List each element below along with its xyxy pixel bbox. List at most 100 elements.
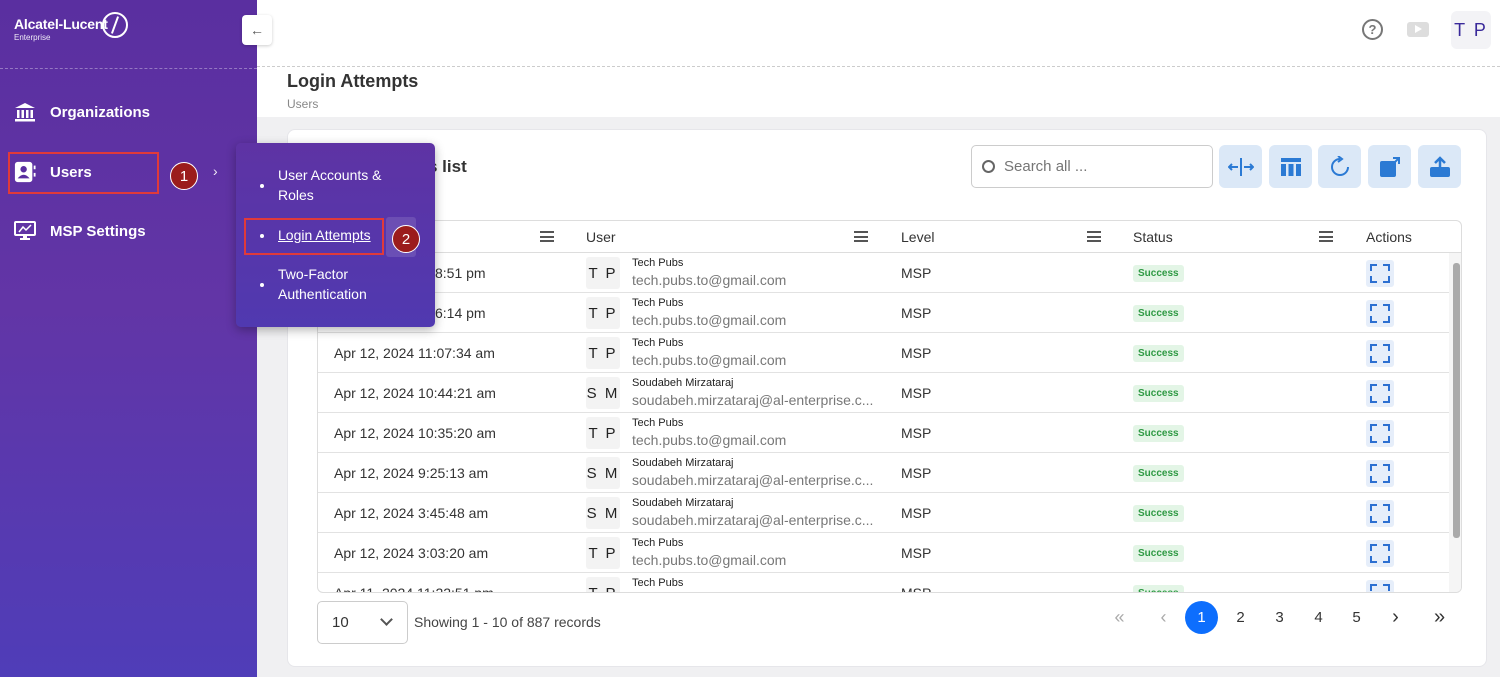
cell-user-name: Tech Pubs: [632, 417, 684, 429]
expand-icon[interactable]: [1366, 540, 1394, 567]
submenu-item-two-factor[interactable]: Two-Factor Authentication: [278, 264, 367, 304]
column-menu-icon[interactable]: [1087, 231, 1101, 242]
cell-date: 8:51 pm: [435, 265, 486, 281]
user-avatar: T P: [586, 577, 620, 592]
user-avatar[interactable]: T P: [1451, 11, 1491, 49]
user-avatar: S M: [586, 497, 620, 529]
scrollbar-thumb[interactable]: [1453, 263, 1460, 538]
cell-level: MSP: [901, 505, 932, 521]
refresh-icon[interactable]: [1318, 145, 1361, 188]
page-button-4[interactable]: 4: [1302, 601, 1335, 634]
status-badge: Success: [1133, 385, 1184, 402]
sidebar-item-label: MSP Settings: [50, 222, 146, 240]
upload-icon[interactable]: [1418, 145, 1461, 188]
page-button-3[interactable]: 3: [1263, 601, 1296, 634]
help-icon[interactable]: ?: [1362, 19, 1383, 40]
last-page-button[interactable]: »: [1423, 601, 1456, 634]
cell-user-name: Tech Pubs: [632, 337, 684, 349]
expand-icon[interactable]: [1366, 340, 1394, 367]
breadcrumb[interactable]: Users: [287, 97, 318, 111]
page-button-2[interactable]: 2: [1224, 601, 1257, 634]
cell-user-email: soudabeh.mirzataraj@al-enterprise.c...: [632, 392, 874, 408]
status-badge: Success: [1133, 585, 1184, 592]
callout-badge-1: 1: [170, 162, 198, 190]
brand-subtitle: Enterprise: [14, 33, 51, 42]
table-row[interactable]: Apr 12, 2024 10:35:20 am T P Tech Pubs t…: [318, 413, 1449, 453]
sidebar-item-label: Organizations: [50, 103, 151, 121]
expand-icon[interactable]: [1366, 460, 1394, 487]
alcatel-logo-icon: [102, 12, 128, 38]
cell-date: Apr 12, 2024 3:03:20 am: [334, 545, 489, 561]
search-box[interactable]: [971, 145, 1213, 188]
table-row[interactable]: Apr 11, 2024 11:22:51 pm T P Tech Pubs M…: [318, 573, 1449, 593]
column-header-status[interactable]: Status: [1133, 229, 1173, 245]
expand-icon[interactable]: [1366, 260, 1394, 287]
cell-user-name: Soudabeh Mirzataraj: [632, 497, 734, 509]
table-header: User Level Status Actions: [318, 221, 1461, 253]
cell-user-name: Tech Pubs: [632, 297, 684, 309]
video-play-icon[interactable]: [1407, 22, 1429, 37]
users-highlight-box: [8, 152, 159, 194]
cell-level: MSP: [901, 345, 932, 361]
cell-level: MSP: [901, 265, 932, 281]
cell-date: Apr 12, 2024 3:45:48 am: [334, 505, 489, 521]
page-size-select[interactable]: 10: [317, 601, 408, 644]
submenu-item-user-accounts[interactable]: User Accounts & Roles: [278, 165, 382, 205]
page-titlebar: Login Attempts Users: [257, 67, 1500, 117]
expand-icon[interactable]: [1366, 300, 1394, 327]
table-row[interactable]: Apr 12, 2024 3:45:48 am S M Soudabeh Mir…: [318, 493, 1449, 533]
chevron-down-icon: [380, 613, 393, 626]
table-row[interactable]: Apr 12, 2024 3:03:20 am T P Tech Pubs te…: [318, 533, 1449, 573]
open-external-icon[interactable]: [1368, 145, 1411, 188]
table-row[interactable]: Apr 12, 2024 10:44:21 am S M Soudabeh Mi…: [318, 373, 1449, 413]
expand-icon[interactable]: [1366, 380, 1394, 407]
table-row[interactable]: 6:14 pm T P Tech Pubs tech.pubs.to@gmail…: [318, 293, 1449, 333]
cell-level: MSP: [901, 385, 932, 401]
cell-user-email: soudabeh.mirzataraj@al-enterprise.c...: [632, 472, 874, 488]
bank-icon: [14, 101, 36, 123]
column-menu-icon[interactable]: [854, 231, 868, 242]
chevron-right-icon[interactable]: ›: [213, 163, 218, 179]
table-row[interactable]: Apr 12, 2024 9:25:13 am S M Soudabeh Mir…: [318, 453, 1449, 493]
status-badge: Success: [1133, 345, 1184, 362]
column-menu-icon[interactable]: [1319, 231, 1333, 242]
search-input[interactable]: [1004, 158, 1194, 175]
expand-icon[interactable]: [1366, 420, 1394, 447]
cell-level: MSP: [901, 465, 932, 481]
sidebar-item-msp-settings[interactable]: MSP Settings: [14, 213, 146, 249]
brand[interactable]: Alcatel-Lucent Enterprise: [14, 16, 108, 42]
column-header-actions: Actions: [1366, 229, 1412, 245]
status-badge: Success: [1133, 265, 1184, 282]
collapse-sidebar-button[interactable]: ←: [242, 15, 272, 45]
page-title: Login Attempts: [287, 71, 419, 91]
cell-date: Apr 11, 2024 11:22:51 pm: [334, 585, 494, 593]
page-button-1[interactable]: 1: [1185, 601, 1218, 634]
column-header-user[interactable]: User: [586, 229, 616, 245]
expand-icon[interactable]: [1366, 500, 1394, 527]
cell-user-name: Soudabeh Mirzataraj: [632, 457, 734, 469]
first-page-button[interactable]: «: [1103, 601, 1136, 634]
table-scrollbar[interactable]: [1449, 253, 1461, 592]
prev-page-button[interactable]: ‹: [1147, 601, 1180, 634]
user-avatar: T P: [586, 337, 620, 369]
status-badge: Success: [1133, 465, 1184, 482]
sidebar-item-organizations[interactable]: Organizations: [14, 94, 150, 130]
cell-date: 6:14 pm: [435, 305, 486, 321]
table-layout-icon[interactable]: [1269, 145, 1312, 188]
cell-level: MSP: [901, 305, 932, 321]
column-header-level[interactable]: Level: [901, 229, 934, 245]
table-row[interactable]: 8:51 pm T P Tech Pubs tech.pubs.to@gmail…: [318, 253, 1449, 293]
cell-level: MSP: [901, 545, 932, 561]
submenu-label: User Accounts &: [278, 167, 382, 183]
column-menu-icon[interactable]: [540, 231, 554, 242]
cell-user-name: Tech Pubs: [632, 577, 684, 589]
next-page-button[interactable]: ›: [1379, 601, 1412, 634]
expand-icon[interactable]: [1366, 580, 1394, 592]
table-row[interactable]: Apr 12, 2024 11:07:34 am T P Tech Pubs t…: [318, 333, 1449, 373]
cell-user-email: tech.pubs.to@gmail.com: [632, 352, 787, 368]
page-button-5[interactable]: 5: [1340, 601, 1373, 634]
login-attempts-card: s list User Level Status Actions 8:51 pm…: [287, 129, 1487, 667]
cell-date: Apr 12, 2024 9:25:13 am: [334, 465, 489, 481]
split-columns-icon[interactable]: [1219, 145, 1262, 188]
user-avatar: T P: [586, 297, 620, 329]
